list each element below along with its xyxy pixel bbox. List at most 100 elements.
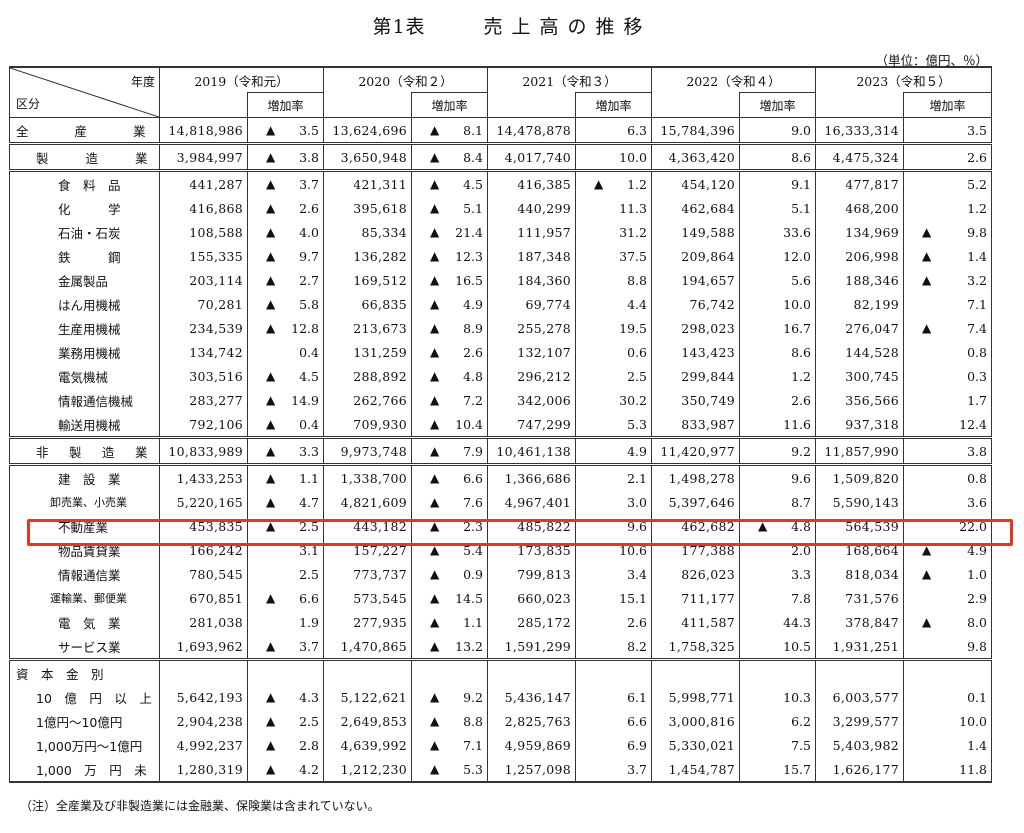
rate-cell: 4.9: [575, 436, 652, 465]
rate-value: 3.5: [967, 122, 987, 138]
decrease-triangle-icon: ▲: [922, 320, 932, 335]
value-cell: 462,684: [651, 196, 740, 220]
value-cell: 283,277: [159, 388, 248, 412]
decrease-triangle-icon: ▲: [430, 200, 440, 215]
rate-value: 6.1: [627, 689, 647, 705]
value-cell: 11,857,990: [815, 436, 904, 465]
rate-value: 0.1: [967, 689, 987, 705]
value-cell: 416,868: [159, 196, 248, 220]
value-cell: 6,003,577: [815, 685, 904, 709]
value-cell: 1,931,251: [815, 634, 904, 660]
table-row: 化 学 416,868 ▲ 2.6 395,618 ▲ 5.1 440,299 11.3 462,…: [9, 196, 992, 220]
empty-cell: [487, 658, 576, 685]
value-cell: 421,311: [323, 169, 412, 196]
value-cell: 4,017,740: [487, 142, 576, 171]
rate-cell: 6.1: [575, 685, 652, 709]
rate-cell: ▲ 10.4: [411, 412, 488, 438]
rate-value: 2.5: [299, 713, 319, 729]
row-label: 情報通信機械: [9, 388, 160, 412]
rate-cell: 44.3: [739, 610, 816, 634]
decrease-triangle-icon: ▲: [430, 296, 440, 311]
table-row: 1,000万円～1億円 4,992,237 ▲ 2.8 4,639,992 ▲ 7.1 4,9…: [9, 733, 992, 757]
rate-header: 増加率: [575, 92, 652, 118]
value-cell: 209,864: [651, 244, 740, 268]
value-cell: 1,470,865: [323, 634, 412, 660]
value-cell: 13,624,696: [323, 117, 412, 144]
rate-value: 3.7: [299, 176, 319, 192]
rate-cell: 19.5: [575, 316, 652, 340]
row-label: はん用機械: [9, 292, 160, 316]
rate-value: 4.4: [627, 296, 647, 312]
rate-cell: 8.8: [575, 268, 652, 292]
value-cell: 85,334: [323, 220, 412, 244]
value-cell: 3,299,577: [815, 709, 904, 733]
rate-cell: 9.8: [903, 634, 992, 660]
value-cell: 194,657: [651, 268, 740, 292]
rate-cell: ▲ 8.1: [411, 117, 488, 144]
row-label: 輸送用機械: [9, 412, 160, 438]
value-cell: 5,220,165: [159, 490, 248, 514]
rate-value: 4.9: [463, 296, 483, 312]
rate-value: 12.3: [455, 248, 483, 264]
table-row: 鉄 鋼 155,335 ▲ 9.7 136,282 ▲ 12.3 187,348 37.5 209…: [9, 244, 992, 268]
empty-cell: [815, 658, 904, 685]
rate-value: 1.1: [463, 614, 483, 630]
rate-cell: ▲ 14.9: [247, 388, 324, 412]
value-cell: 468,200: [815, 196, 904, 220]
value-cell: 1,280,319: [159, 757, 248, 783]
table-row: 生産用機械 234,539 ▲ 12.8 213,673 ▲ 8.9 255,278 19.5 2…: [9, 316, 992, 340]
value-cell: 5,436,147: [487, 685, 576, 709]
value-cell: 454,120: [651, 169, 740, 196]
rate-cell: 10.3: [739, 685, 816, 709]
row-label: 建 設 業: [9, 463, 160, 490]
rate-cell: ▲ 2.7: [247, 268, 324, 292]
rate-cell: 5.3: [575, 412, 652, 438]
rate-value: 7.5: [791, 737, 811, 753]
value-cell: 303,516: [159, 364, 248, 388]
decrease-triangle-icon: ▲: [922, 566, 932, 581]
rate-cell: 2.6: [575, 610, 652, 634]
value-cell: 773,737: [323, 562, 412, 586]
rate-cell: 9.6: [739, 463, 816, 490]
rate-cell: ▲ 0.4: [247, 412, 324, 438]
rate-cell: 3.4: [575, 562, 652, 586]
empty-cell: [651, 658, 740, 685]
rate-cell: ▲ 6.6: [411, 463, 488, 490]
table-row: 非 製 造 業 10,833,989 ▲ 3.3 9,973,748 ▲ 7.9 10,461…: [9, 436, 992, 465]
rate-value: 9.1: [791, 176, 811, 192]
rate-cell: ▲ 5.1: [411, 196, 488, 220]
rate-value: 1.2: [627, 176, 647, 192]
rate-cell: ▲ 7.2: [411, 388, 488, 412]
decrease-triangle-icon: ▲: [430, 344, 440, 359]
table-row: 金属製品 203,114 ▲ 2.7 169,512 ▲ 16.5 184,360 8.8 194…: [9, 268, 992, 292]
capital-header-row: 資 本 金 別: [9, 658, 992, 685]
rate-cell: 11.3: [575, 196, 652, 220]
rate-cell: 3.0: [575, 490, 652, 514]
rate-cell: ▲ 7.1: [411, 733, 488, 757]
rate-value: 3.3: [791, 566, 811, 582]
value-cell: 169,512: [323, 268, 412, 292]
rate-cell: ▲ 1.4: [903, 244, 992, 268]
rate-header: 増加率: [903, 92, 992, 118]
rate-value: 7.6: [463, 494, 483, 510]
rate-cell: 2.6: [739, 388, 816, 412]
table-row: 運輸業、郵便業 670,851 ▲ 6.6 573,545 ▲ 14.5 660,023 15.…: [9, 586, 992, 610]
rate-value: 10.3: [783, 689, 811, 705]
value-cell: 1,591,299: [487, 634, 576, 660]
rate-cell: 15.1: [575, 586, 652, 610]
rate-header: 増加率: [739, 92, 816, 118]
value-cell: 792,106: [159, 412, 248, 438]
rate-value: 8.8: [463, 713, 483, 729]
rate-value: 5.1: [463, 200, 483, 216]
decrease-triangle-icon: ▲: [430, 176, 440, 191]
rate-value: 0.4: [299, 344, 319, 360]
rate-cell: ▲ 7.6: [411, 490, 488, 514]
rate-value: 6.3: [627, 122, 647, 138]
table-title: 第1表 売上高の推移: [0, 12, 1024, 39]
rate-cell: ▲ 9.8: [903, 220, 992, 244]
rate-cell: 7.1: [903, 292, 992, 316]
rate-value: 0.4: [299, 416, 319, 432]
decrease-triangle-icon: ▲: [266, 590, 276, 605]
rate-value: 4.0: [299, 224, 319, 240]
rate-value: 4.8: [463, 368, 483, 384]
